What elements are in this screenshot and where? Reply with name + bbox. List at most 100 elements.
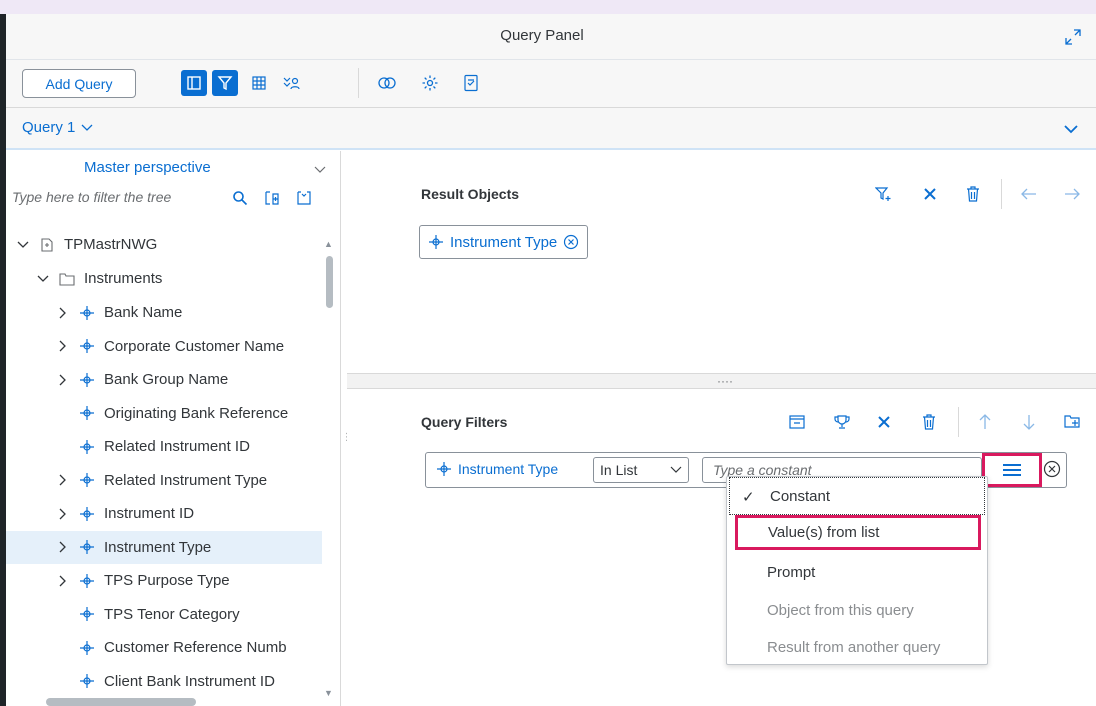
toolbar-separator — [358, 68, 359, 98]
chevron-right-icon[interactable] — [56, 339, 70, 353]
prompt-icon[interactable] — [785, 410, 809, 434]
query-tab-bar: Query 1 — [6, 108, 1096, 150]
operator-label: In List — [600, 462, 638, 478]
title-bar: Query Panel — [6, 14, 1096, 60]
tab-query-1-label: Query 1 — [22, 119, 76, 136]
add-query-button[interactable]: Add Query — [22, 69, 136, 98]
search-icon[interactable] — [230, 188, 250, 208]
value-type-menu-button[interactable] — [982, 453, 1042, 487]
chevron-right-icon[interactable] — [56, 306, 70, 320]
chevron-right-icon[interactable] — [56, 507, 70, 521]
menu-item-values-from-list[interactable]: Value(s) from list — [735, 515, 981, 550]
chevron-right-icon[interactable] — [56, 473, 70, 487]
delete-icon[interactable] — [961, 182, 985, 206]
maximize-icon[interactable] — [1064, 28, 1082, 46]
close-icon[interactable] — [872, 410, 896, 434]
tree-horizontal-scrollbar[interactable] — [46, 698, 196, 706]
table-icon[interactable] — [246, 70, 272, 96]
tree-root[interactable]: TPMastrNWG — [6, 228, 322, 261]
perspective-label: Master perspective — [84, 159, 211, 176]
tree-item[interactable]: Bank Group Name — [6, 363, 322, 396]
filter-object-label: Instrument Type — [458, 461, 559, 477]
dimension-icon — [78, 572, 96, 590]
arrow-up-icon[interactable] — [973, 410, 997, 434]
chevron-down-icon[interactable] — [36, 272, 50, 286]
folder-icon — [58, 270, 76, 288]
tree-item[interactable]: TPS Tenor Category — [6, 598, 322, 631]
chevron-right-icon[interactable] — [56, 574, 70, 588]
scroll-down-arrow[interactable]: ▼ — [324, 688, 333, 698]
remove-chip-icon — [564, 234, 579, 250]
chevron-right-icon[interactable] — [56, 373, 70, 387]
tree-item[interactable]: Client Bank Instrument ID — [6, 665, 322, 698]
ranking-icon[interactable] — [830, 410, 854, 434]
dimension-icon — [437, 462, 451, 476]
perspective-select[interactable]: Master perspective — [6, 151, 336, 183]
tree-item[interactable]: Related Instrument Type — [6, 464, 322, 497]
close-icon[interactable] — [918, 182, 942, 206]
dimension-icon — [78, 438, 96, 456]
tree-item[interactable]: Originating Bank Reference — [6, 397, 322, 430]
panel-toggle-icon[interactable] — [181, 70, 207, 96]
tree-item[interactable]: Customer Reference Numb — [6, 631, 322, 664]
tree-item[interactable]: Instrument ID — [6, 497, 322, 530]
filter-toggle-icon[interactable] — [212, 70, 238, 96]
tree-scrollbar[interactable] — [326, 256, 333, 308]
tree-folder-label: Instruments — [84, 270, 163, 287]
collapse-chevron-icon[interactable] — [1064, 121, 1078, 138]
vertical-splitter[interactable]: ⋮ — [342, 432, 352, 454]
tree-item-label: Bank Name — [104, 304, 183, 321]
dimension-icon — [78, 304, 96, 322]
tree-item-label: Originating Bank Reference — [104, 404, 289, 422]
arrow-right-icon[interactable] — [1060, 182, 1084, 206]
dimension-icon — [78, 672, 96, 690]
user-filter-icon[interactable] — [278, 70, 304, 96]
view-sql-icon[interactable] — [458, 70, 484, 96]
result-object-chip[interactable]: Instrument Type — [419, 225, 589, 259]
scroll-up-arrow[interactable]: ▲ — [324, 239, 333, 249]
filter-add-icon[interactable] — [872, 182, 896, 206]
result-objects-panel: Result Objects Instrument Type — [347, 151, 1096, 373]
horizontal-splitter[interactable]: ···· — [347, 373, 1096, 389]
arrow-left-icon[interactable] — [1017, 182, 1041, 206]
menu-item-constant[interactable]: ✓ Constant — [729, 477, 985, 515]
universe-icon — [38, 236, 56, 254]
expand-all-icon[interactable] — [262, 188, 282, 208]
chevron-right-icon[interactable] — [56, 540, 70, 554]
tree-item[interactable]: Bank Name — [6, 296, 322, 329]
menu-item-object-from-query[interactable]: Object from this query — [727, 591, 987, 629]
chevron-down-icon — [314, 161, 326, 178]
collapse-all-icon[interactable] — [294, 188, 314, 208]
remove-filter-icon[interactable] — [1043, 460, 1061, 482]
tree-item[interactable]: Corporate Customer Name — [6, 330, 322, 363]
combine-queries-icon[interactable] — [374, 70, 400, 96]
toolbar: Add Query — [6, 60, 1096, 108]
menu-item-prompt[interactable]: Prompt — [727, 553, 987, 591]
operator-select[interactable]: In List — [593, 457, 689, 483]
tree-item-label: Corporate Customer Name — [104, 337, 285, 355]
tree-item[interactable]: TPS Purpose Type — [6, 564, 322, 597]
dimension-icon — [429, 235, 443, 249]
tree-item[interactable]: Instrument Type — [6, 530, 322, 564]
tree-filter-input[interactable]: Type here to filter the tree — [12, 189, 171, 205]
dimension-icon — [78, 538, 96, 556]
tab-query-1[interactable]: Query 1 — [22, 119, 93, 136]
tree-item-label: Instrument ID — [104, 505, 195, 522]
filter-object[interactable]: Instrument Type — [436, 461, 558, 477]
settings-icon[interactable] — [417, 70, 443, 96]
delete-icon[interactable] — [917, 410, 941, 434]
arrow-down-icon[interactable] — [1017, 410, 1041, 434]
dimension-icon — [78, 471, 96, 489]
tree-item[interactable]: Related Instrument ID — [6, 430, 322, 463]
result-objects-title: Result Objects — [421, 186, 520, 202]
tree-folder[interactable]: Instruments — [6, 262, 322, 295]
menu-item-result-from-another-query[interactable]: Result from another query — [727, 628, 987, 666]
chevron-down-icon[interactable] — [16, 238, 30, 252]
tree-item-label: Client Bank Instrument ID — [104, 672, 275, 690]
add-subquery-icon[interactable] — [1060, 410, 1084, 434]
